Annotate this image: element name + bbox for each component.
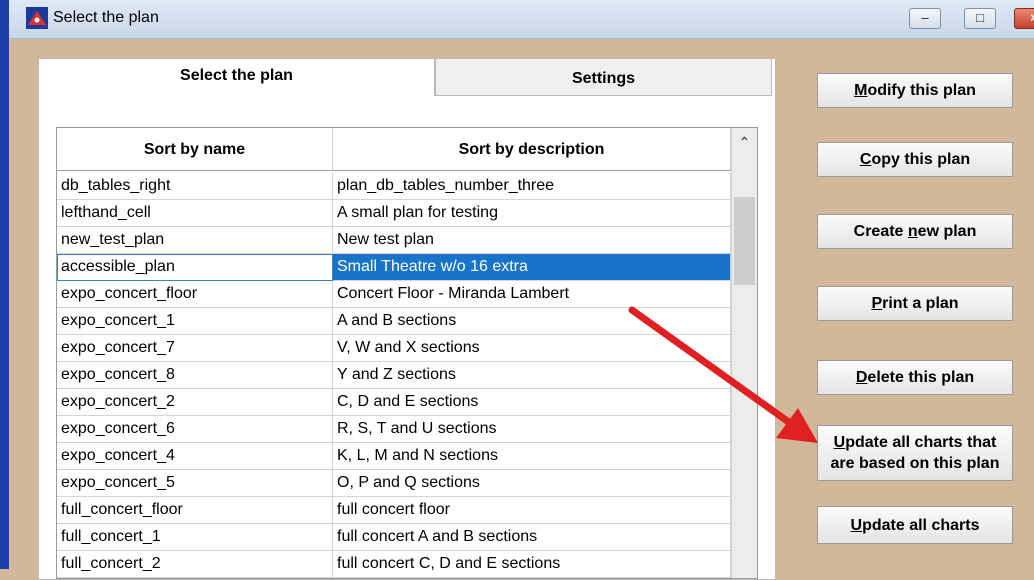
minimize-icon: – xyxy=(921,10,929,25)
plan-description-cell: Concert Floor - Miranda Lambert xyxy=(333,281,731,308)
tab-settings[interactable]: Settings xyxy=(435,58,772,96)
plan-description-cell: O, P and Q sections xyxy=(333,470,731,497)
column-header-sort-by-description[interactable]: Sort by description xyxy=(333,128,731,171)
update-based-hotkey: U xyxy=(833,434,846,451)
scroll-up-arrow-icon[interactable]: ⌃ xyxy=(732,128,757,160)
plan-description-cell: V, W and X sections xyxy=(333,335,731,362)
plan-name-cell: expo_concert_6 xyxy=(57,416,333,443)
close-button[interactable]: × xyxy=(1014,8,1034,29)
update-based-label-line2: are based on this plan xyxy=(830,455,1000,472)
maximize-button[interactable]: □ xyxy=(964,8,996,29)
plan-name-cell: db_tables_right xyxy=(57,173,333,200)
table-row[interactable]: full_concert_floor full concert floor xyxy=(57,497,731,524)
copy-label: opy this plan xyxy=(871,151,971,168)
plan-description-cell: K, L, M and N sections xyxy=(333,443,731,470)
plan-description-cell: New test plan xyxy=(333,227,731,254)
plan-name-cell: expo_concert_1 xyxy=(57,308,333,335)
plan-name-cell: lefthand_cell xyxy=(57,200,333,227)
print-a-plan-button[interactable]: Print a plan xyxy=(817,286,1013,321)
plan-description-cell: full concert A and B sections xyxy=(333,524,731,551)
table-row[interactable]: db_tables_right plan_db_tables_number_thr… xyxy=(57,173,731,200)
plan-name-cell: accessible_plan xyxy=(57,254,333,281)
table-row[interactable]: expo_concert_6 R, S, T and U sections xyxy=(57,416,731,443)
plan-description-cell: A and B sections xyxy=(333,308,731,335)
plan-name-cell: expo_concert_8 xyxy=(57,362,333,389)
create-hotkey: n xyxy=(907,223,918,240)
maximize-icon: □ xyxy=(976,10,984,25)
plan-description-cell: R, S, T and U sections xyxy=(333,416,731,443)
table-row[interactable]: accessible_plan Small Theatre w/o 16 extr… xyxy=(57,254,731,281)
plan-name-cell: new_test_plan xyxy=(57,227,333,254)
plan-name-cell: expo_concert_7 xyxy=(57,335,333,362)
plan-description-cell: plan_db_tables_number_three xyxy=(333,173,731,200)
title-bar: Select the plan – □ × xyxy=(9,0,1034,39)
plan-description-cell: Y and Z sections xyxy=(333,362,731,389)
plan-name-cell: full_concert_1 xyxy=(57,524,333,551)
update-all-hotkey: U xyxy=(850,516,863,534)
table-row[interactable]: new_test_plan New test plan xyxy=(57,227,731,254)
table-row[interactable]: lefthand_cell A small plan for testing xyxy=(57,200,731,227)
update-charts-based-on-plan-button[interactable]: Update all charts that are based on this… xyxy=(817,425,1013,481)
plan-description-cell: A small plan for testing xyxy=(333,200,731,227)
plan-name-cell: expo_concert_5 xyxy=(57,470,333,497)
plan-description-cell: full concert floor xyxy=(333,497,731,524)
plan-name-cell: full_concert_floor xyxy=(57,497,333,524)
table-row[interactable]: full_concert_2 full concert C, D and E se… xyxy=(57,551,731,578)
table-row[interactable]: expo_concert_1 A and B sections xyxy=(57,308,731,335)
copy-hotkey: C xyxy=(859,151,872,168)
plan-description-cell: C, D and E sections xyxy=(333,389,731,416)
delete-this-plan-button[interactable]: Delete this plan xyxy=(817,360,1013,395)
plans-table: Sort by name Sort by description db_tabl… xyxy=(56,127,758,579)
update-based-label-line1: pdate all charts that xyxy=(845,434,997,451)
table-row[interactable]: expo_concert_4 K, L, M and N sections xyxy=(57,443,731,470)
modify-hotkey: M xyxy=(854,82,868,99)
table-row[interactable]: expo_concert_floor Concert Floor - Mirand… xyxy=(57,281,731,308)
modify-this-plan-button[interactable]: Modify this plan xyxy=(817,73,1013,108)
vertical-scrollbar[interactable]: ⌃ xyxy=(731,128,757,578)
tab-select-the-plan[interactable]: Select the plan xyxy=(38,58,435,96)
minimize-button[interactable]: – xyxy=(909,8,941,29)
table-row[interactable]: expo_concert_8 Y and Z sections xyxy=(57,362,731,389)
plan-name-cell: full_concert_2 xyxy=(57,551,333,578)
table-row[interactable]: expo_concert_7 V, W and X sections xyxy=(57,335,731,362)
table-row[interactable]: full_concert_1 full concert A and B secti… xyxy=(57,524,731,551)
plan-description-cell: full concert C, D and E sections xyxy=(333,551,731,578)
column-header-sort-by-name[interactable]: Sort by name xyxy=(57,128,333,171)
table-row[interactable]: expo_concert_2 C, D and E sections xyxy=(57,389,731,416)
update-all-label: pdate all charts xyxy=(862,516,980,534)
update-all-charts-button[interactable]: Update all charts xyxy=(817,506,1013,544)
copy-this-plan-button[interactable]: Copy this plan xyxy=(817,142,1013,177)
window-title: Select the plan xyxy=(53,9,159,26)
plan-name-cell: expo_concert_4 xyxy=(57,443,333,470)
print-label: rint a plan xyxy=(882,295,959,312)
plan-name-cell: expo_concert_floor xyxy=(57,281,333,308)
app-icon xyxy=(26,7,48,29)
table-rows: db_tables_right plan_db_tables_number_thr… xyxy=(57,173,731,578)
close-icon: × xyxy=(1015,10,1034,25)
print-hotkey: P xyxy=(871,295,883,312)
modify-label: odify this plan xyxy=(867,82,976,99)
left-window-edge xyxy=(0,0,9,569)
delete-label: elete this plan xyxy=(867,369,975,386)
create-new-plan-button[interactable]: Create new plan xyxy=(817,214,1013,249)
plan-description-cell: Small Theatre w/o 16 extra xyxy=(333,254,731,281)
create-label-prefix: Create xyxy=(853,223,908,240)
scroll-thumb[interactable] xyxy=(734,197,755,285)
create-label: ew plan xyxy=(917,223,977,240)
table-row[interactable]: expo_concert_5 O, P and Q sections xyxy=(57,470,731,497)
plan-name-cell: expo_concert_2 xyxy=(57,389,333,416)
delete-hotkey: D xyxy=(855,369,868,386)
